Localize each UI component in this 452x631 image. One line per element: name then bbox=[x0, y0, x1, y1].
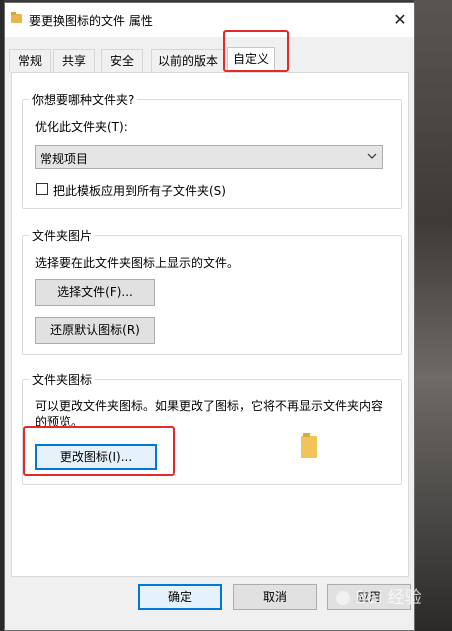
watermark-text: Bai 经验 bbox=[355, 588, 422, 608]
choose-file-label: 选择文件(F)... bbox=[57, 285, 133, 299]
title-bar: 要更换图标的文件 属性 ✕ bbox=[5, 3, 414, 37]
paw-icon bbox=[336, 591, 350, 605]
close-icon: ✕ bbox=[393, 10, 407, 29]
choose-file-button[interactable]: 选择文件(F)... bbox=[35, 279, 155, 306]
cancel-label: 取消 bbox=[262, 590, 287, 604]
tab-label: 共享 bbox=[61, 54, 86, 68]
restore-default-button[interactable]: 还原默认图标(R) bbox=[35, 317, 155, 344]
chevron-down-icon bbox=[367, 153, 377, 159]
folder-pictures-group: 文件夹图片 选择要在此文件夹图标上显示的文件。 选择文件(F)... 还原默认图… bbox=[22, 227, 402, 355]
watermark: Bai 经验 bbox=[336, 583, 422, 608]
folder-type-group-label: 你想要哪种文件夹? bbox=[29, 91, 138, 108]
folder-icon bbox=[301, 433, 317, 458]
folder-pictures-description: 选择要在此文件夹图标上显示的文件。 bbox=[35, 256, 240, 270]
tab-sharing[interactable]: 共享 bbox=[53, 49, 95, 72]
optimize-label: 优化此文件夹(T): bbox=[35, 120, 128, 134]
apply-template-label: 把此模板应用到所有子文件夹(S) bbox=[53, 184, 226, 198]
tab-label: 以前的版本 bbox=[157, 54, 218, 68]
tab-general[interactable]: 常规 bbox=[9, 49, 51, 72]
restore-default-label: 还原默认图标(R) bbox=[50, 323, 140, 337]
tab-label: 安全 bbox=[109, 54, 134, 68]
cancel-button[interactable]: 取消 bbox=[233, 584, 317, 610]
close-button[interactable]: ✕ bbox=[389, 9, 411, 31]
ok-button[interactable]: 确定 bbox=[138, 584, 222, 610]
tab-strip: 常规 共享 安全 以前的版本 自定义 bbox=[5, 47, 414, 73]
customize-panel: 你想要哪种文件夹? 优化此文件夹(T): 常规项目 把此模板应用到所有子文件夹(… bbox=[11, 72, 409, 577]
tab-security[interactable]: 安全 bbox=[101, 49, 143, 72]
folder-icons-group-label: 文件夹图标 bbox=[29, 371, 96, 388]
highlight-customize-tab bbox=[223, 30, 289, 72]
background-right bbox=[414, 0, 452, 631]
tab-previous-versions[interactable]: 以前的版本 bbox=[151, 49, 225, 72]
folder-icon bbox=[11, 12, 22, 23]
folder-pictures-group-label: 文件夹图片 bbox=[29, 227, 96, 244]
folder-type-select[interactable]: 常规项目 bbox=[35, 145, 383, 169]
highlight-change-icon bbox=[23, 426, 175, 476]
folder-type-group: 你想要哪种文件夹? 优化此文件夹(T): 常规项目 把此模板应用到所有子文件夹(… bbox=[22, 91, 402, 209]
apply-template-checkbox[interactable] bbox=[36, 183, 48, 195]
folder-type-selected-value: 常规项目 bbox=[40, 152, 89, 166]
properties-dialog: 要更换图标的文件 属性 ✕ 常规 共享 安全 以前的版本 自定义 你想要哪种文件… bbox=[4, 2, 415, 631]
window-title: 要更换图标的文件 属性 bbox=[29, 14, 153, 28]
tab-label: 常规 bbox=[17, 54, 42, 68]
ok-label: 确定 bbox=[167, 590, 192, 604]
